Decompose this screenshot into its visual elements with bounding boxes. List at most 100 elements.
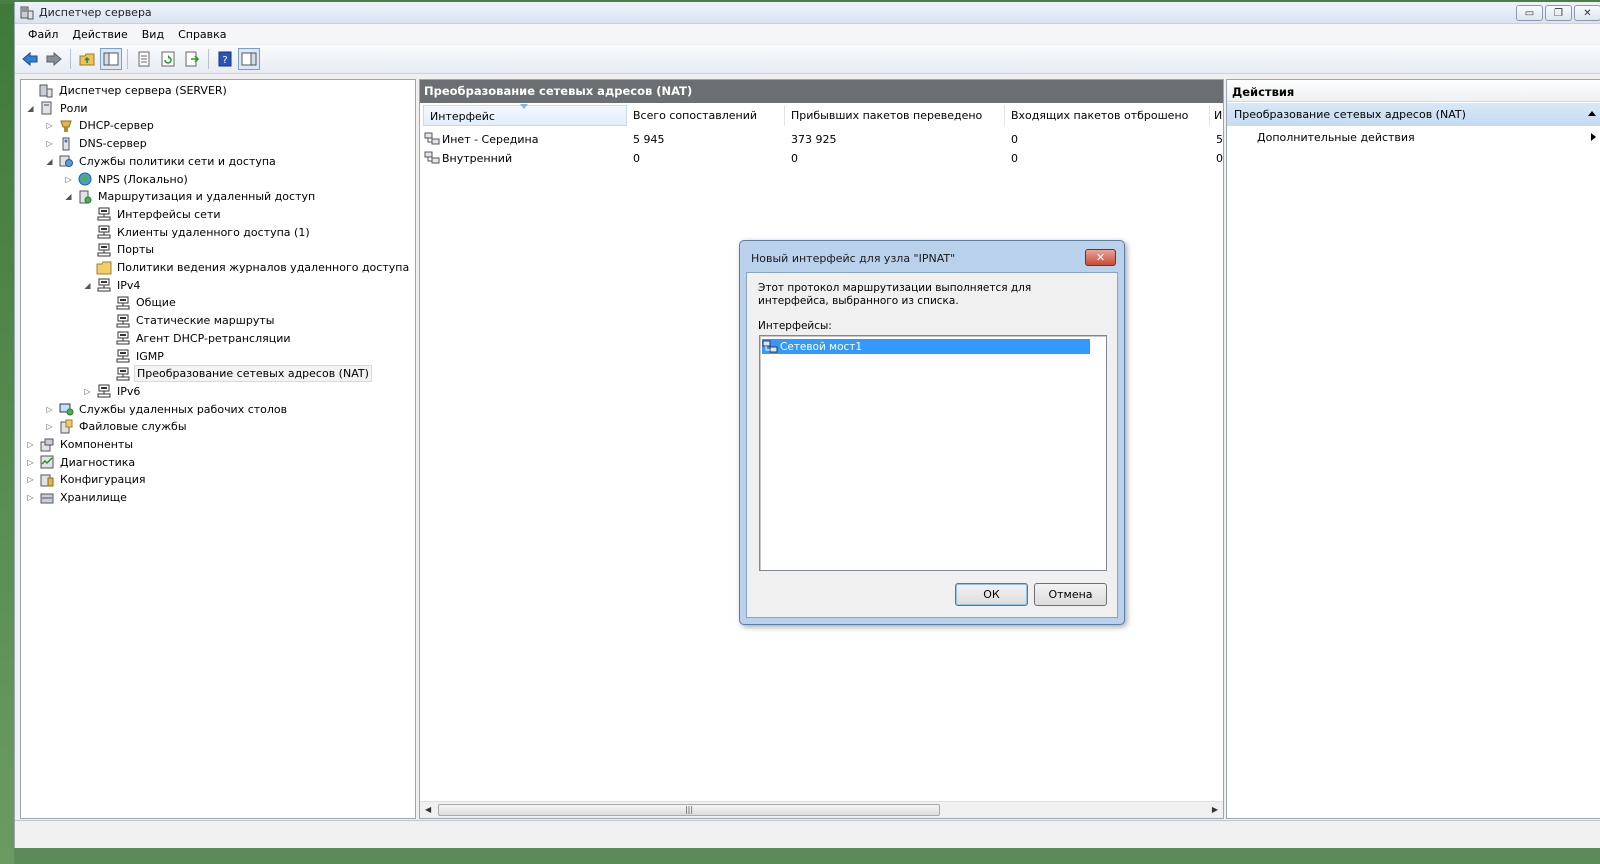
collapse-triangle-icon[interactable]: ◢ <box>45 157 54 166</box>
expand-triangle-icon[interactable]: ▷ <box>83 387 92 396</box>
expand-triangle-icon[interactable]: ▷ <box>45 139 54 148</box>
tree-item[interactable]: Статические маршруты <box>102 312 276 329</box>
horizontal-scrollbar[interactable]: ◀ ||| ▶ <box>420 801 1223 818</box>
column-header-more[interactable]: И <box>1210 105 1223 126</box>
no-expander <box>83 210 92 219</box>
tree-item[interactable]: ◢ IPv4 <box>83 277 142 294</box>
column-header-total-mappings[interactable]: Всего сопоставлений <box>627 105 785 126</box>
expand-triangle-icon[interactable]: ▷ <box>45 121 54 130</box>
tree-item[interactable]: ▷ Файловые службы <box>45 418 189 435</box>
tree-item-label: Компоненты <box>60 438 134 451</box>
back-arrow-icon[interactable] <box>19 48 41 70</box>
restore-button[interactable]: ❐ <box>1545 5 1572 21</box>
submenu-arrow-icon <box>1591 133 1596 141</box>
expand-triangle-icon[interactable]: ▷ <box>45 405 54 414</box>
collapse-triangle-icon[interactable]: ◢ <box>26 104 35 113</box>
tree-item[interactable]: ▷ DNS-сервер <box>45 135 149 152</box>
column-header-dropped-packets[interactable]: Входящих пакетов отброшено <box>1005 105 1210 126</box>
tree-item[interactable]: Клиенты удаленного доступа (1) <box>83 224 312 241</box>
tree-item-label: Агент DHCP-ретрансляции <box>136 331 291 345</box>
expand-triangle-icon[interactable]: ▷ <box>45 422 54 431</box>
actions-section-nat[interactable]: Преобразование сетевых адресов (NAT) <box>1227 103 1600 126</box>
tree-item[interactable]: ◢ Роли <box>26 100 90 117</box>
scroll-thumb[interactable]: ||| <box>438 804 940 816</box>
up-folder-icon[interactable] <box>76 48 98 70</box>
tree-item[interactable]: ▷ DHCP-сервер <box>45 117 156 134</box>
menu-help[interactable]: Справка <box>171 28 233 41</box>
action-pane-icon[interactable] <box>238 48 260 70</box>
scroll-right-icon[interactable]: ▶ <box>1212 805 1218 814</box>
more-actions-item[interactable]: Дополнительные действия <box>1227 129 1600 147</box>
expand-triangle-icon[interactable]: ▷ <box>64 175 73 184</box>
tree-item[interactable]: IGMP <box>102 348 166 365</box>
roles-icon <box>39 100 55 116</box>
tree-item[interactable]: ▷ Диагностика <box>26 454 137 471</box>
server-manager-app-icon <box>19 5 35 21</box>
table-row[interactable] <box>423 149 1223 167</box>
tree-item-label: DHCP-сервер <box>79 119 154 133</box>
menu-view[interactable]: Вид <box>135 28 171 41</box>
ok-button[interactable]: ОК <box>955 583 1028 606</box>
tree-item[interactable]: Порты <box>83 241 156 258</box>
minimize-button[interactable]: ▭ <box>1516 5 1543 21</box>
help-icon[interactable]: ? <box>214 48 236 70</box>
menu-file[interactable]: Файл <box>21 28 65 41</box>
tree-item[interactable]: ▷ NPS (Локально) <box>64 171 190 188</box>
menu-action[interactable]: Действие <box>65 28 134 41</box>
expand-triangle-icon[interactable]: ▷ <box>26 458 35 467</box>
list-item[interactable]: Сетевой мост1 <box>762 339 1090 354</box>
tree-item[interactable]: ▷ Компоненты <box>26 436 135 453</box>
cell-interface-name: Инет - Середина <box>442 132 539 146</box>
collapse-arrow-icon[interactable] <box>1588 111 1596 116</box>
tree-item[interactable]: ▷ Конфигурация <box>26 471 148 488</box>
no-expander <box>83 228 92 237</box>
tree-item[interactable]: ◢ Службы политики сети и доступа <box>45 153 278 170</box>
toolbar-separator <box>208 49 209 69</box>
tree-item-label: Службы политики сети и доступа <box>79 154 276 168</box>
cell-interface-name: Внутренний <box>442 151 513 165</box>
collapse-triangle-icon[interactable]: ◢ <box>83 281 92 290</box>
tree-item[interactable]: Агент DHCP-ретрансляции <box>102 330 293 347</box>
interfaces-list[interactable]: Сетевой мост1 <box>759 335 1107 571</box>
toolbar: ? <box>15 45 1600 74</box>
tree-item[interactable]: Политики ведения журналов удаленного дос… <box>83 259 411 276</box>
tree-item-label: Диагностика <box>60 455 136 469</box>
collapse-triangle-icon[interactable]: ◢ <box>64 192 73 201</box>
close-button[interactable]: ✕ <box>1574 5 1600 21</box>
tree-item[interactable]: Общие <box>102 294 178 311</box>
properties-icon[interactable] <box>133 48 155 70</box>
show-tree-icon[interactable] <box>100 48 122 70</box>
network-node-icon <box>96 206 112 222</box>
no-expander <box>102 334 111 343</box>
dialog-close-button[interactable]: ✕ <box>1085 249 1116 266</box>
tree-item[interactable]: Диспетчер сервера (SERVER) <box>25 82 229 99</box>
scroll-left-icon[interactable]: ◀ <box>425 805 431 814</box>
server-manager-icon <box>38 83 54 99</box>
tree-item-label: Файловые службы <box>79 420 187 434</box>
storage-icon <box>39 490 55 506</box>
network-interface-icon <box>424 130 440 148</box>
dhcp-icon <box>58 118 74 134</box>
no-expander <box>83 263 92 272</box>
title-bar[interactable]: Диспетчер сервера ▭ ❐ ✕ <box>15 2 1600 24</box>
export-icon[interactable] <box>181 48 203 70</box>
tree-item[interactable]: ▷ Службы удаленных рабочих столов <box>45 401 289 418</box>
dialog-body: Этот протокол маршрутизации выполняется … <box>746 272 1118 618</box>
tree-item[interactable]: ▷ Хранилище <box>26 489 129 506</box>
tree-item[interactable]: Интерфейсы сети <box>83 206 223 223</box>
tree-item-label: NPS (Локально) <box>98 172 188 186</box>
tree-item-label: IPv4 <box>117 278 141 292</box>
tree-item[interactable]: Преобразование сетевых адресов (NAT) <box>102 365 372 383</box>
no-expander <box>25 86 34 95</box>
cancel-button[interactable]: Отмена <box>1034 583 1107 606</box>
expand-triangle-icon[interactable]: ▷ <box>26 493 35 502</box>
column-header-translated-packets[interactable]: Прибывших пакетов переведено <box>785 105 1005 126</box>
no-expander <box>83 245 92 254</box>
tree-item[interactable]: ▷ IPv6 <box>83 383 142 400</box>
refresh-icon[interactable] <box>157 48 179 70</box>
expand-triangle-icon[interactable]: ▷ <box>26 475 35 484</box>
forward-arrow-icon[interactable] <box>43 48 65 70</box>
expand-triangle-icon[interactable]: ▷ <box>26 440 35 449</box>
tree-item[interactable]: ◢ Маршрутизация и удаленный доступ <box>64 188 317 205</box>
no-expander <box>102 298 111 307</box>
